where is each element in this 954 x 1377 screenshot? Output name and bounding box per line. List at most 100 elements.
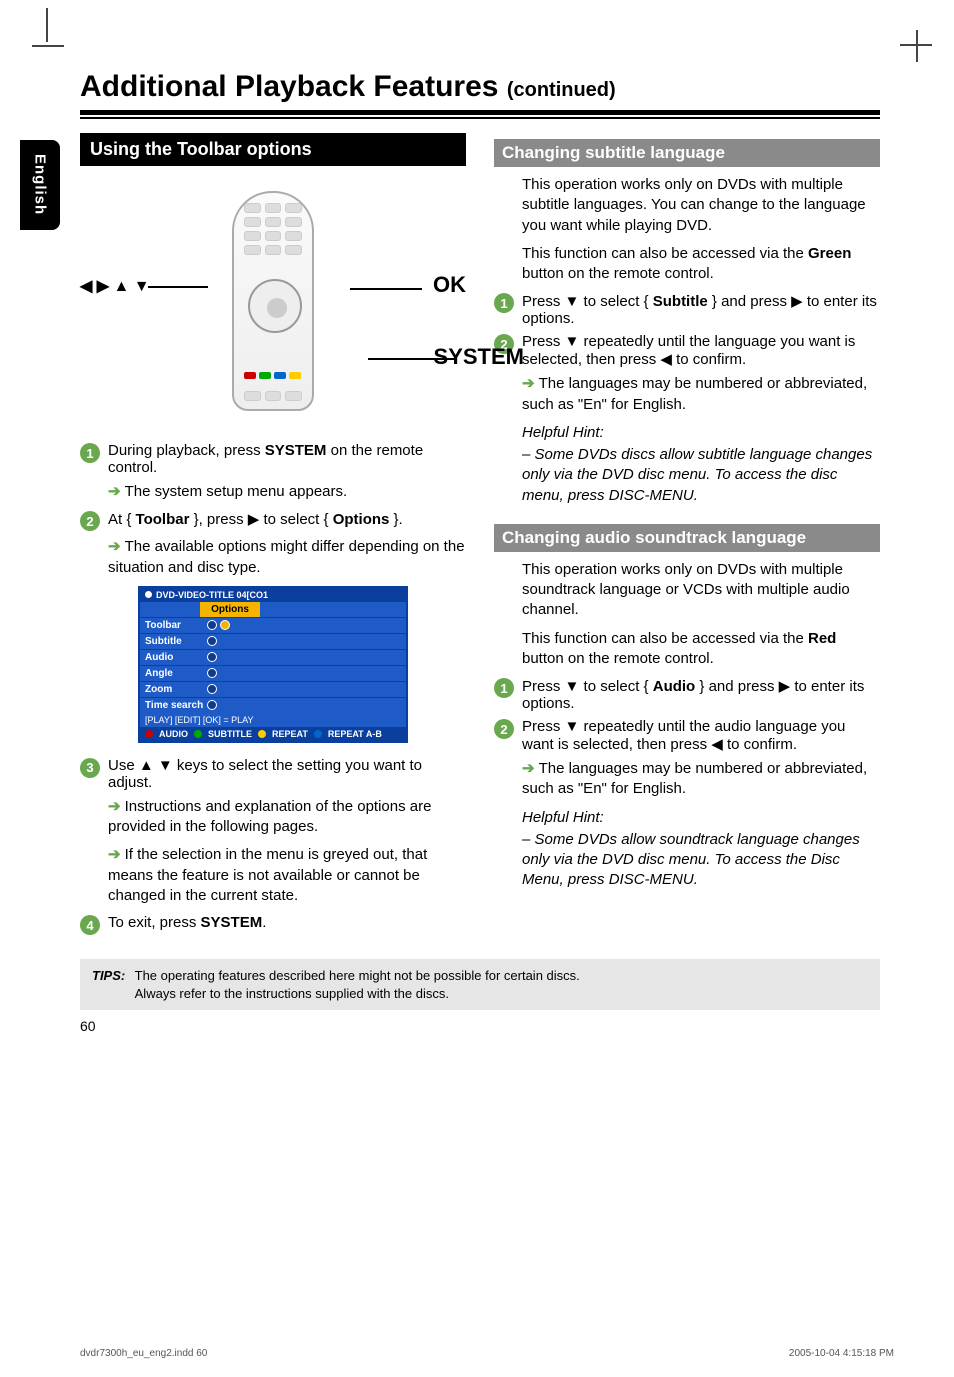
radio-dot-icon: [207, 652, 217, 662]
step-1: 1 Press ▼ to select { Audio } and press …: [494, 677, 880, 712]
remote-button: [244, 245, 261, 255]
remote-color-row: [244, 372, 302, 379]
ok-label: OK: [433, 272, 466, 298]
text: This function can also be accessed via t…: [522, 630, 808, 647]
red-dot-icon: [145, 730, 153, 738]
text-bold: Subtitle: [653, 293, 708, 310]
hint-body: – Some DVDs discs allow subtitle languag…: [522, 445, 880, 506]
leader-line: [148, 286, 208, 288]
step-4: 4 To exit, press SYSTEM.: [80, 914, 466, 935]
remote-illustration: ◀ ▶ ▲ ▼: [80, 176, 466, 426]
remote-button: [244, 231, 261, 241]
step-body: At { Toolbar }, press ▶ to select { Opti…: [108, 510, 403, 528]
osd-footer-legend: AUDIO SUBTITLE REPEAT REPEAT A-B: [140, 727, 406, 741]
hint-head: Helpful Hint:: [522, 808, 880, 828]
osd-row-angle: Angle: [140, 665, 406, 681]
text: .: [262, 914, 266, 931]
tips-line-1: The operating features described here mi…: [135, 968, 580, 983]
radio-dot-icon: [207, 620, 217, 630]
text: The available options might differ depen…: [108, 538, 465, 575]
text: }.: [389, 511, 402, 528]
osd-label: Angle: [145, 668, 207, 679]
tips-line-2: Always refer to the instructions supplie…: [135, 986, 449, 1001]
step-2: 2 At { Toolbar }, press ▶ to select { Op…: [80, 510, 466, 531]
two-columns: Using the Toolbar options ◀ ▶ ▲ ▼: [80, 133, 880, 941]
paragraph: This operation works only on DVDs with m…: [522, 175, 880, 236]
remote-bottom-buttons: [244, 391, 302, 401]
step-1: 1 Press ▼ to select { Subtitle } and pre…: [494, 292, 880, 327]
text: REPEAT A-B: [328, 729, 382, 739]
text: AUDIO: [159, 729, 188, 739]
text-bold: Audio: [653, 678, 696, 695]
step-number-icon: 1: [494, 293, 514, 313]
step-number-icon: 4: [80, 915, 100, 935]
crop-mark: [32, 45, 64, 47]
text: Use ▲ ▼ keys to select the setting you w…: [108, 757, 422, 791]
step-result: ➔The system setup menu appears.: [108, 482, 466, 502]
text: This function can also be accessed via t…: [522, 245, 808, 262]
footer-date: 2005-10-04 4:15:18 PM: [789, 1348, 894, 1359]
arrow-icon: ➔: [522, 375, 535, 392]
step-result: ➔The languages may be numbered or abbrev…: [522, 374, 880, 415]
page-number: 60: [80, 1018, 880, 1034]
radio-dot-icon: [207, 684, 217, 694]
step-3: 3 Use ▲ ▼ keys to select the setting you…: [80, 757, 466, 791]
radio-selected-icon: [220, 620, 230, 630]
text-bold: Options: [333, 511, 390, 528]
blue-button-icon: [274, 372, 286, 379]
title-text: Additional Playback Features: [80, 70, 498, 103]
remote-button: [265, 245, 282, 255]
remote-button: [265, 231, 282, 241]
radio-dot-icon: [207, 668, 217, 678]
page-content: Additional Playback Features (continued)…: [80, 70, 880, 1034]
step-body: Use ▲ ▼ keys to select the setting you w…: [108, 757, 466, 791]
section-toolbar-options: Using the Toolbar options: [80, 133, 466, 166]
subhead-subtitle-language: Changing subtitle language: [494, 139, 880, 167]
step-body: Press ▼ to select { Subtitle } and press…: [522, 292, 880, 327]
green-button-icon: [259, 372, 271, 379]
step-body: Press ▼ repeatedly until the language yo…: [522, 333, 880, 368]
text-bold: Red: [808, 630, 836, 647]
text: To exit, press: [108, 914, 201, 931]
system-label: SYSTEM: [434, 344, 524, 370]
hint-block: Helpful Hint: – Some DVDs allow soundtra…: [522, 808, 880, 891]
hint-head: Helpful Hint:: [522, 423, 880, 443]
blue-dot-icon: [314, 730, 322, 738]
page-title: Additional Playback Features (continued): [80, 70, 880, 104]
remote-top-buttons: [244, 203, 302, 255]
text: Press ▼ to select {: [522, 293, 653, 310]
osd-label: Subtitle: [145, 636, 207, 647]
text: Instructions and explanation of the opti…: [108, 798, 431, 835]
step-result: ➔If the selection in the menu is greyed …: [108, 845, 466, 906]
remote-body: [232, 191, 314, 411]
step-number-icon: 1: [80, 443, 100, 463]
text: Press ▼ repeatedly until the audio langu…: [522, 718, 845, 753]
osd-row-zoom: Zoom: [140, 681, 406, 697]
step-number-icon: 2: [80, 511, 100, 531]
step-body: Press ▼ repeatedly until the audio langu…: [522, 718, 880, 753]
step-result: ➔Instructions and explanation of the opt…: [108, 797, 466, 838]
osd-row-toolbar: Toolbar: [140, 617, 406, 633]
text: At {: [108, 511, 136, 528]
title-continued: (continued): [507, 79, 616, 101]
text: button on the remote control.: [522, 265, 714, 282]
yellow-button-icon: [289, 372, 301, 379]
remote-button: [244, 217, 261, 227]
footer-file: dvdr7300h_eu_eng2.indd 60: [80, 1348, 207, 1359]
remote-button: [285, 231, 302, 241]
radio-dot-icon: [207, 700, 217, 710]
paragraph: This operation works only on DVDs with m…: [522, 560, 880, 621]
text: DVD-VIDEO-TITLE 04[CO1: [156, 590, 268, 600]
remote-button: [244, 203, 261, 213]
step-body: To exit, press SYSTEM.: [108, 914, 266, 931]
disc-icon: [145, 591, 152, 598]
text-bold: Toolbar: [136, 511, 190, 528]
hint-block: Helpful Hint: – Some DVDs discs allow su…: [522, 423, 880, 506]
step-2: 2 Press ▼ repeatedly until the language …: [494, 333, 880, 368]
step-body: Press ▼ to select { Audio } and press ▶ …: [522, 677, 880, 712]
text: REPEAT: [272, 729, 308, 739]
text: The languages may be numbered or abbrevi…: [522, 375, 867, 412]
arrow-icon: ➔: [108, 538, 121, 555]
osd-tab-options: Options: [200, 602, 260, 617]
arrow-icon: ➔: [108, 846, 121, 863]
